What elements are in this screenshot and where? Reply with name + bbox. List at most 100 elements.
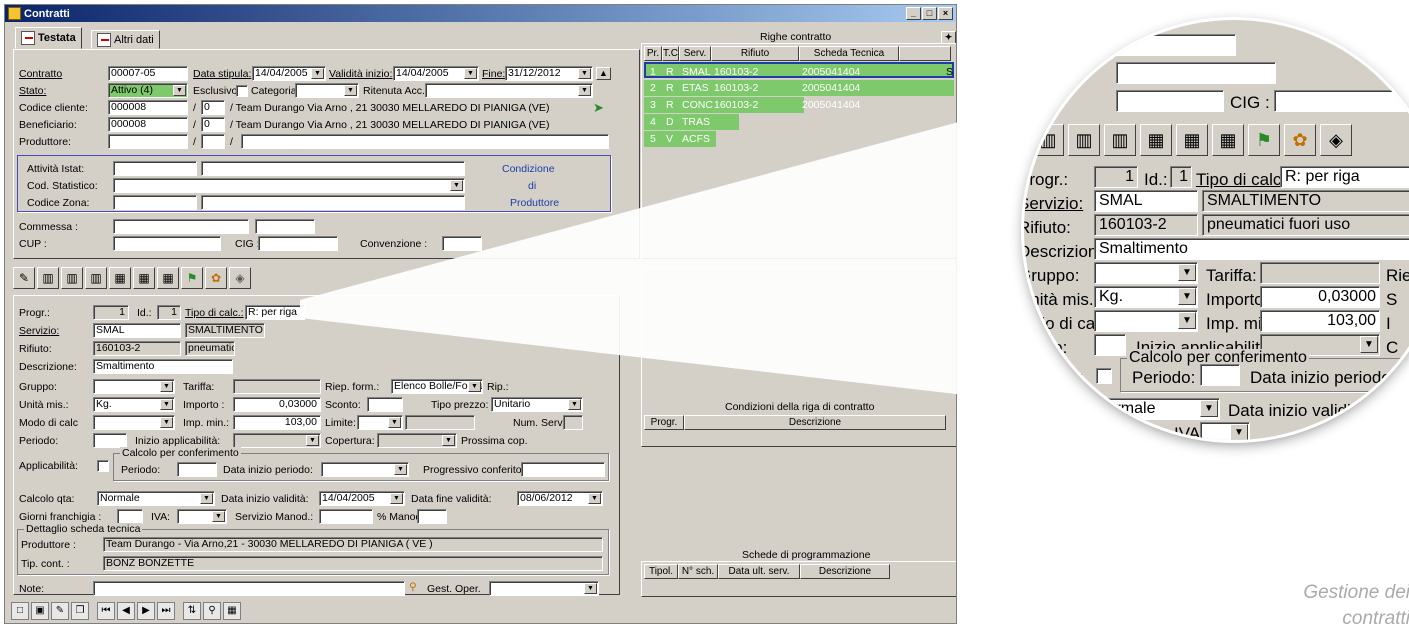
servizio-manod-field[interactable] xyxy=(319,509,373,524)
categoria-select[interactable]: ▼ xyxy=(295,83,359,98)
contratto-field[interactable]: 00007-05 xyxy=(108,66,188,81)
settings-button[interactable]: ✿ xyxy=(205,267,227,289)
table-row[interactable]: 4 D TRAS xyxy=(644,114,739,130)
view3-button[interactable]: ▥ xyxy=(85,267,107,289)
tipo-calc-field[interactable]: R: per riga xyxy=(245,305,305,320)
col-extra[interactable] xyxy=(899,46,951,61)
riep-form-select[interactable]: Elenco Bolle/Formu ▼ xyxy=(391,379,483,394)
view1-button[interactable]: ▥ xyxy=(37,267,59,289)
perc-manod-field[interactable] xyxy=(417,509,447,524)
commessa-field[interactable] xyxy=(113,219,249,234)
next-icon[interactable]: ▶ xyxy=(137,602,155,620)
num-serv-field[interactable] xyxy=(563,415,583,430)
stato-select[interactable]: Attivo (4) ▼ xyxy=(108,83,188,98)
col-tc[interactable]: T.C. xyxy=(662,46,679,61)
col-descr[interactable]: Descrizione xyxy=(800,564,890,579)
data-inizio-periodo-select[interactable]: ▼ xyxy=(321,462,409,477)
prev-icon[interactable]: ◀ xyxy=(117,602,135,620)
minimize-button[interactable]: _ xyxy=(906,7,921,20)
esclusivo-checkbox[interactable] xyxy=(236,85,248,97)
descrizione-field[interactable]: Smaltimento xyxy=(93,359,233,374)
validita-field[interactable]: 14/04/2005 ▼ xyxy=(393,66,479,81)
convenzione-field[interactable] xyxy=(442,236,482,251)
gest-oper-select[interactable]: ▼ xyxy=(489,581,599,596)
ritenuta-select[interactable]: ▼ xyxy=(425,83,593,98)
col-tipol[interactable]: Tipol. xyxy=(644,564,678,579)
progressivo-field[interactable] xyxy=(521,462,605,477)
calc2-button[interactable]: ▦ xyxy=(133,267,155,289)
last-icon[interactable]: ⏭ xyxy=(157,602,175,620)
copertura-select[interactable]: ▼ xyxy=(377,433,457,448)
sconto-field[interactable] xyxy=(367,397,403,412)
applicabilita-checkbox[interactable] xyxy=(97,460,109,472)
copy-icon[interactable]: ❐ xyxy=(71,602,89,620)
stack-button[interactable]: ◈ xyxy=(229,267,251,289)
col-pr[interactable]: Pr. xyxy=(644,46,662,61)
maximize-button[interactable]: □ xyxy=(922,7,937,20)
flag-button[interactable]: ⚑ xyxy=(181,267,203,289)
cig-field[interactable] xyxy=(258,236,338,251)
codice-zona-field[interactable] xyxy=(113,195,197,210)
table-row[interactable]: 1 R SMAL 160103-2 2005041404 S xyxy=(644,62,954,78)
table-row[interactable]: 2 R ETAS 160103-2 2005041404 xyxy=(644,80,954,96)
beneficiario-field[interactable]: 000008 xyxy=(108,117,188,132)
periodo-field[interactable] xyxy=(93,433,127,448)
col-rifiuto[interactable]: Rifiuto xyxy=(711,46,799,61)
giorni-franchigia-field[interactable] xyxy=(117,509,143,524)
search-icon[interactable]: ⚲ xyxy=(409,581,417,593)
note-field[interactable] xyxy=(93,581,405,596)
codice-cliente-field[interactable]: 000008 xyxy=(108,100,188,115)
cod-statistico-select[interactable]: ▼ xyxy=(113,178,465,193)
edit-row-button[interactable]: ✎ xyxy=(13,267,35,289)
cup-field[interactable] xyxy=(113,236,221,251)
table-row[interactable]: 3 R CONC 160103-2 2005041404 xyxy=(644,97,860,113)
scroll-up-button[interactable]: ▲ xyxy=(596,67,611,80)
produttore-n-field[interactable] xyxy=(201,134,225,149)
attivita-istat-field[interactable] xyxy=(113,161,197,176)
importo-field[interactable]: 0,03000 xyxy=(233,397,321,412)
sort-icon[interactable]: ⇅ xyxy=(183,602,201,620)
tariffa-field[interactable] xyxy=(233,379,321,394)
col-nsch[interactable]: N° sch. xyxy=(678,564,718,579)
data-inizio-validita-field[interactable]: 14/04/2005 ▼ xyxy=(319,491,405,506)
table-row[interactable]: 5 V ACFS xyxy=(644,131,716,147)
servizio-field[interactable]: SMAL xyxy=(93,323,181,338)
imp-min-field[interactable]: 103,00 xyxy=(233,415,321,430)
gruppo-select[interactable]: ▼ xyxy=(93,379,175,394)
iva-select[interactable]: ▼ xyxy=(177,509,227,524)
categoria-label: Categoria xyxy=(251,85,297,97)
col-scheda[interactable]: Scheda Tecnica xyxy=(799,46,899,61)
tab-altri-dati[interactable]: Altri dati xyxy=(91,30,160,49)
data-stipula-field[interactable]: 14/04/2005 ▼ xyxy=(252,66,326,81)
col-progr[interactable]: Progr. xyxy=(644,415,684,430)
edit-icon[interactable]: ✎ xyxy=(51,602,69,620)
tab-testata[interactable]: Testata xyxy=(15,27,82,49)
produttore-field[interactable] xyxy=(108,134,188,149)
calc3-button[interactable]: ▦ xyxy=(157,267,179,289)
zoom-icon[interactable]: ⚲ xyxy=(203,602,221,620)
fine-field[interactable]: 31/12/2012 ▼ xyxy=(505,66,593,81)
data-inizio-periodo-label: Data inizio periodo: xyxy=(223,464,313,476)
periodo2-field[interactable] xyxy=(177,462,217,477)
codice-cliente-n-field[interactable]: 0 xyxy=(201,100,225,115)
tipo-prezzo-select[interactable]: Unitario ▼ xyxy=(491,397,583,412)
calcolo-qta-select[interactable]: Normale ▼ xyxy=(97,491,215,506)
unita-mis-select[interactable]: Kg. ▼ xyxy=(93,397,175,412)
inizio-applicabilita-select[interactable]: ▼ xyxy=(233,433,321,448)
limite-select[interactable]: ▼ xyxy=(357,415,403,430)
link-icon[interactable]: ➤ xyxy=(593,100,604,116)
close-button[interactable]: × xyxy=(938,7,953,20)
calc1-button[interactable]: ▦ xyxy=(109,267,131,289)
col-serv[interactable]: Serv. xyxy=(679,46,711,61)
beneficiario-n-field[interactable]: 0 xyxy=(201,117,225,132)
new-icon[interactable]: □ xyxy=(11,602,29,620)
open-icon[interactable]: ▣ xyxy=(31,602,49,620)
first-icon[interactable]: ⏮ xyxy=(97,602,115,620)
col-descrizione[interactable]: Descrizione xyxy=(684,415,946,430)
view2-button[interactable]: ▥ xyxy=(61,267,83,289)
grid-icon[interactable]: ▦ xyxy=(223,602,241,620)
rifiuto-field[interactable]: 160103-2 xyxy=(93,341,181,356)
modo-calc-select[interactable]: ▼ xyxy=(93,415,175,430)
col-data-ult[interactable]: Data ult. serv. xyxy=(718,564,800,579)
data-fine-validita-field[interactable]: 08/06/2012 ▼ xyxy=(517,491,603,506)
